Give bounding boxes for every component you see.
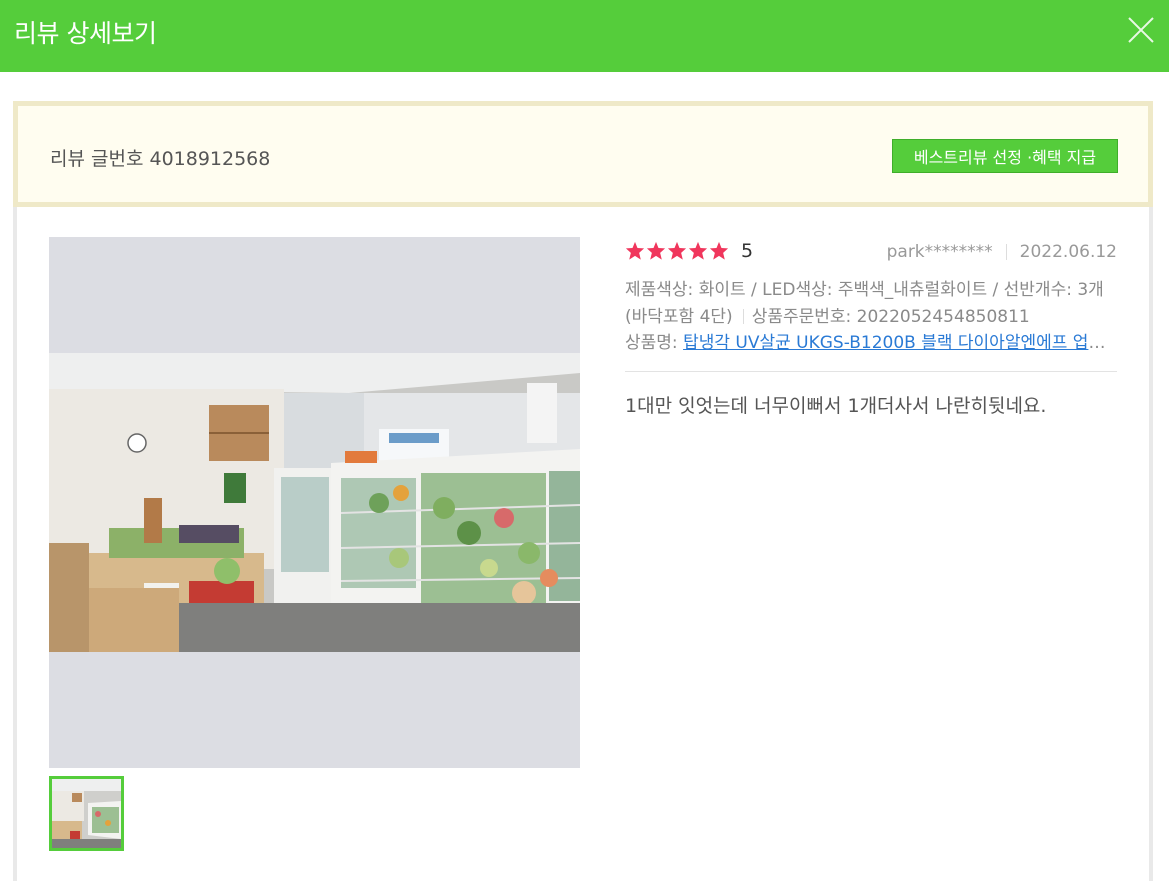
review-thumbnail[interactable] [49, 776, 124, 851]
product-name-line: 상품명: 탑냉각 UV살균 UKGS-B1200B 블랙 다이아알엔에프 업소용… [625, 331, 1117, 355]
info-divider [625, 371, 1117, 372]
star-icon [688, 241, 708, 260]
modal-title: 리뷰 상세보기 [14, 19, 157, 48]
best-review-button[interactable]: 베스트리뷰 선정 ·혜택 지급 [892, 139, 1118, 173]
star-rating [625, 241, 729, 260]
modal-header: 리뷰 상세보기 [0, 0, 1169, 72]
review-date: 2022.06.12 [1019, 242, 1117, 262]
rating-score: 5 [741, 240, 754, 262]
star-icon [646, 241, 666, 260]
meta-divider [1005, 244, 1007, 260]
star-icon [709, 241, 729, 260]
order-number: 상품주문번호: 2022052454850811 [751, 307, 1030, 327]
close-icon[interactable] [1126, 15, 1156, 45]
reviewer-name: park******** [886, 242, 993, 262]
product-label: 상품명: [625, 333, 684, 353]
review-meta: park******** 2022.06.12 [887, 242, 1117, 262]
review-content: 1대만 잇엇는데 너무이뻐서 1개더사서 나란히뒷네요. [625, 395, 1047, 417]
options-divider [742, 309, 744, 324]
product-link[interactable]: 탑냉각 UV살균 UKGS-B1200B 블랙 다이아알엔에프 업소용 쇼케이스 [683, 333, 1117, 353]
star-icon [667, 241, 687, 260]
product-options: 제품색상: 화이트 / LED색상: 주백색_내츄럴화이트 / 선반개수: 3개… [625, 277, 1117, 331]
review-post-number: 리뷰 글번호 4018912568 [50, 148, 271, 170]
star-icon [625, 241, 645, 260]
review-notice-box: 리뷰 글번호 4018912568 베스트리뷰 선정 ·혜택 지급 [13, 101, 1153, 207]
review-main-image [49, 237, 580, 768]
